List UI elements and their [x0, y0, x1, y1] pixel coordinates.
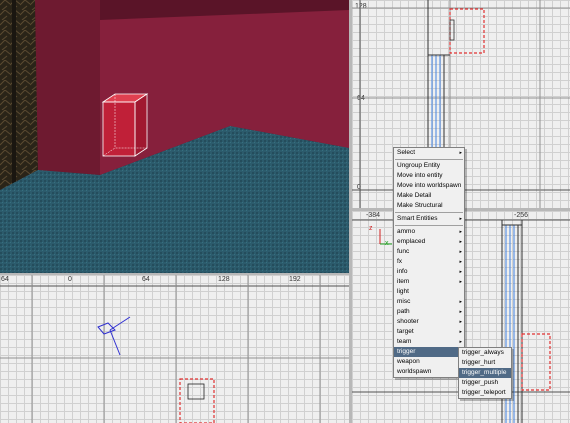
menu-item-weapon[interactable]: weapon▸	[394, 357, 464, 367]
menu-item-label: trigger	[397, 348, 416, 355]
menu-item-label: ammo	[397, 228, 416, 235]
menu-item-make-detail[interactable]: Make Detail	[394, 191, 464, 201]
menu-separator	[395, 225, 463, 226]
submenu-arrow-icon: ▸	[459, 309, 462, 315]
menu-item-misc[interactable]: misc ▸	[394, 297, 464, 307]
menu-item-label: Ungroup Entity	[397, 162, 440, 169]
menu-item-label: weapon	[397, 358, 420, 365]
camera-marker-icon	[97, 316, 131, 356]
submenu-arrow-icon: ▸	[459, 249, 462, 255]
submenu-arrow-icon: ▸	[459, 329, 462, 335]
camera-3d-view[interactable]	[0, 0, 349, 273]
menu-item-label: item	[397, 278, 410, 285]
menu-item-path[interactable]: path ▸	[394, 307, 464, 317]
submenu-arrow-icon: ▸	[459, 239, 462, 245]
bottom-left-overlay	[0, 275, 349, 423]
submenu-item-trigger-teleport[interactable]: trigger_teleport	[459, 388, 511, 398]
submenu-item-label: trigger_push	[462, 379, 499, 386]
menu-item-fx[interactable]: fx ▸	[394, 257, 464, 267]
menu-item-label: target	[397, 328, 414, 335]
submenu-arrow-icon: ▸	[459, 319, 462, 325]
menu-item-info[interactable]: info ▸	[394, 267, 464, 277]
menu-item-ammo[interactable]: ammo ▸	[394, 227, 464, 237]
menu-item-item[interactable]: item ▸	[394, 277, 464, 287]
submenu-item-label: trigger_teleport	[462, 389, 506, 396]
submenu-item-label: trigger_always	[462, 349, 504, 356]
bottom-left-2d-view[interactable]: 64 0 64 128 192	[0, 275, 349, 423]
submenu-item-trigger-hurt[interactable]: trigger_hurt	[459, 358, 511, 368]
submenu-item-trigger-multiple[interactable]: trigger_multiple	[459, 368, 511, 378]
submenu-arrow-icon: ▸	[459, 269, 462, 275]
menu-item-label: func	[397, 248, 410, 255]
menu-item-team[interactable]: team ▸	[394, 337, 464, 347]
selected-brush[interactable]	[101, 93, 149, 157]
menu-separator	[395, 159, 463, 160]
menu-item-ungroup-entity[interactable]: Ungroup Entity	[394, 161, 464, 171]
menu-item-label: Move into entity	[397, 172, 443, 179]
submenu-item-trigger-push[interactable]: trigger_push	[459, 378, 511, 388]
menu-item-move-into-entity[interactable]: Move into entity	[394, 171, 464, 181]
menu-item-label: emplaced	[397, 238, 426, 245]
submenu-item-trigger-always[interactable]: trigger_always	[459, 348, 511, 358]
submenu-arrow-icon: ▸	[459, 150, 462, 156]
menu-item-select[interactable]: Select ▸	[394, 148, 464, 158]
menu-item-label: Make Structural	[397, 202, 443, 209]
menu-item-label: misc	[397, 298, 411, 305]
trigger-submenu: trigger_always trigger_hurt trigger_mult…	[458, 347, 512, 399]
submenu-arrow-icon: ▸	[459, 229, 462, 235]
menu-item-emplaced[interactable]: emplaced ▸	[394, 237, 464, 247]
submenu-item-label: trigger_multiple	[462, 369, 507, 376]
menu-item-label: Make Detail	[397, 192, 432, 199]
menu-item-label: Move into worldspawn	[397, 182, 462, 189]
menu-item-func[interactable]: func ▸	[394, 247, 464, 257]
menu-item-worldspawn[interactable]: worldspawn	[394, 367, 464, 377]
menu-item-label: fx	[397, 258, 403, 265]
menu-item-light[interactable]: light	[394, 287, 464, 297]
menu-item-label: info	[397, 268, 408, 275]
context-menu: Select ▸ Ungroup Entity Move into entity …	[393, 147, 465, 378]
submenu-item-label: trigger_hurt	[462, 359, 496, 366]
menu-item-label: path	[397, 308, 410, 315]
menu-item-label: light	[397, 288, 409, 295]
menu-item-label: Select	[397, 149, 416, 156]
submenu-arrow-icon: ▸	[459, 259, 462, 265]
menu-item-label: shooter	[397, 318, 419, 325]
menu-item-label: team	[397, 338, 412, 345]
menu-item-trigger[interactable]: trigger▸	[394, 347, 464, 357]
menu-item-shooter[interactable]: shooter ▸	[394, 317, 464, 327]
menu-item-target[interactable]: target ▸	[394, 327, 464, 337]
submenu-arrow-icon: ▸	[459, 299, 462, 305]
menu-item-move-into-worldspawn[interactable]: Move into worldspawn	[394, 181, 464, 191]
submenu-arrow-icon: ▸	[459, 339, 462, 345]
menu-item-label: worldspawn	[397, 368, 432, 375]
menu-item-smart-entities[interactable]: Smart Entities ▸	[394, 214, 464, 224]
menu-item-make-structural[interactable]: Make Structural	[394, 201, 464, 211]
camera-scene	[0, 0, 349, 273]
submenu-arrow-icon: ▸	[459, 216, 462, 222]
submenu-arrow-icon: ▸	[459, 279, 462, 285]
menu-item-label: Smart Entities	[397, 215, 438, 222]
menu-separator	[395, 212, 463, 213]
